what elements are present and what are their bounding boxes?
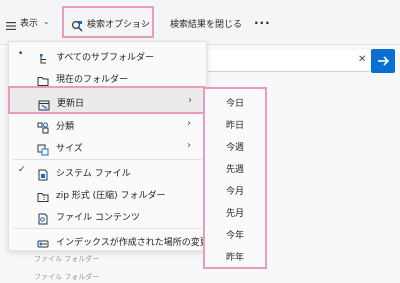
chevron-right-icon: ›	[188, 95, 192, 106]
menu-item-label: 更新日	[57, 99, 85, 109]
menu-item-label: ファイル コンテンツ	[56, 213, 140, 223]
menu-divider	[13, 159, 202, 160]
menu-item-label: インデックスが作成された場所の変更	[56, 238, 209, 248]
submenu-item-this-month[interactable]: 今月	[205, 182, 265, 202]
menu-item-size[interactable]: サイズ ›	[9, 136, 206, 158]
calendar-icon	[38, 96, 50, 111]
search-options-icon	[71, 17, 83, 32]
index-icon	[37, 235, 49, 248]
menu-item-label: zip 形式 (圧縮) フォルダー	[56, 191, 166, 201]
menu-item-zip-folders[interactable]: zip 形式 (圧縮) フォルダー	[9, 183, 206, 205]
menu-item-label: システム ファイル	[56, 169, 131, 179]
submenu-item-this-year[interactable]: 今年	[205, 226, 265, 246]
view-button[interactable]: 表示 ⌄	[4, 14, 56, 30]
menu-item-label: 現在のフォルダー	[56, 75, 129, 85]
file-contents-icon	[37, 210, 49, 225]
menu-item-date-modified[interactable]: 更新日 ›	[8, 86, 206, 114]
menu-item-all-subfolders[interactable]: • すべてのサブフォルダー	[9, 45, 206, 67]
system-file-icon	[37, 166, 49, 181]
zip-folder-icon	[37, 188, 49, 202]
clear-search-icon[interactable]: ✕	[358, 54, 366, 65]
menu-item-change-indexed-locations[interactable]: インデックスが作成された場所の変更	[9, 230, 209, 252]
submenu-item-this-week[interactable]: 今週	[205, 138, 265, 158]
search-options-button[interactable]: 検索オプション ⌄	[62, 6, 154, 38]
date-modified-submenu: 今日 昨日 今週 先週 今月 先月 今年 昨年	[203, 87, 267, 269]
more-options-icon[interactable]: ...	[254, 13, 271, 27]
menu-item-label: サイズ	[56, 144, 83, 154]
search-input[interactable]: ✕	[208, 50, 370, 72]
kind-icon	[37, 119, 49, 134]
toolbar: 表示 ⌄ 検索オプション ⌄ 検索結果を閉じる ...	[0, 0, 400, 45]
folder-icon	[37, 72, 49, 86]
chevron-down-icon: ⌄	[43, 17, 50, 26]
menu-item-system-files[interactable]: ✓ システム ファイル	[9, 161, 206, 183]
search-options-menu: • すべてのサブフォルダー 現在のフォルダー 更新日 › 分類 › サイズ ›	[8, 41, 209, 252]
view-label: 表示	[20, 19, 39, 29]
menu-item-kind[interactable]: 分類 ›	[9, 114, 206, 136]
menu-item-label: 分類	[56, 122, 75, 132]
chevron-right-icon: ›	[187, 140, 191, 151]
checkmark-icon: ✓	[18, 165, 26, 175]
subfolders-icon	[37, 50, 49, 64]
hamburger-icon	[6, 16, 16, 30]
menu-item-file-contents[interactable]: ファイル コンテンツ	[9, 205, 206, 227]
submenu-item-today[interactable]: 今日	[205, 94, 265, 114]
size-icon	[37, 141, 49, 156]
arrow-right-icon	[378, 56, 390, 66]
bullet-icon: •	[18, 49, 24, 59]
search-go-button[interactable]	[371, 49, 395, 73]
submenu-item-last-week[interactable]: 先週	[205, 160, 265, 180]
file-type-label: ファイル フォルダー	[34, 255, 100, 263]
close-search-results-button[interactable]: 検索結果を閉じる	[170, 17, 242, 30]
submenu-item-last-year[interactable]: 昨年	[205, 248, 265, 268]
menu-item-label: すべてのサブフォルダー	[56, 53, 155, 63]
submenu-item-last-month[interactable]: 先月	[205, 204, 265, 224]
file-type-label: ファイル フォルダー	[34, 273, 100, 281]
chevron-right-icon: ›	[187, 118, 191, 129]
chevron-down-icon: ⌄	[140, 18, 147, 27]
menu-divider	[13, 228, 202, 229]
submenu-item-yesterday[interactable]: 昨日	[205, 116, 265, 136]
